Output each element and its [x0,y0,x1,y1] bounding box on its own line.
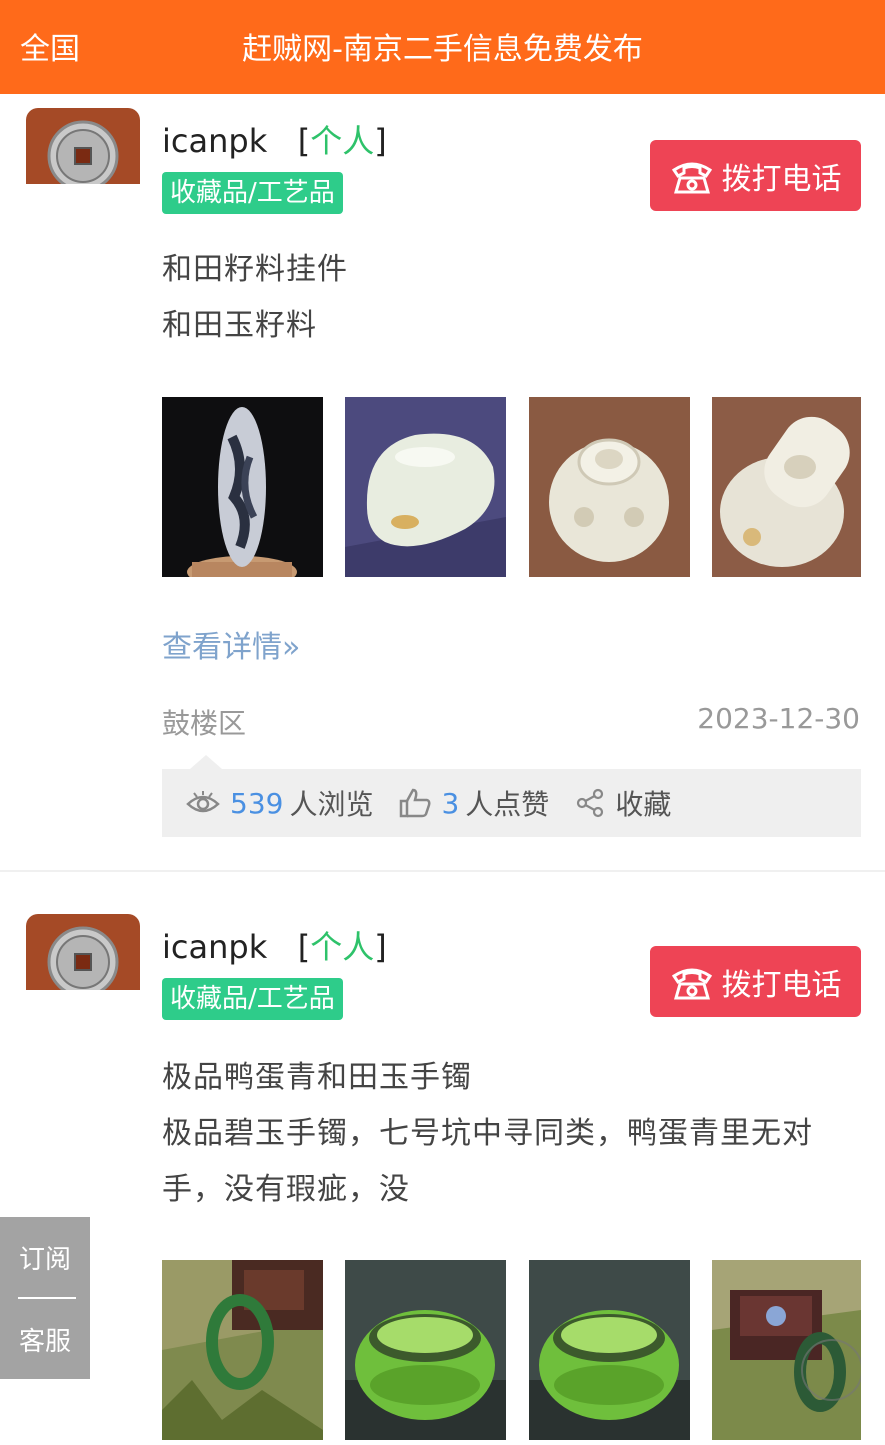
page-title: 赶贼网-南京二手信息免费发布 [242,32,643,67]
call-label: 拨打电话 [721,967,842,1003]
category-badge[interactable]: 收藏品/工艺品 [162,172,343,214]
listing-photo[interactable] [345,1260,506,1440]
customer-service-button[interactable]: 客服 [0,1321,90,1358]
likes-count: 3 [441,786,460,820]
listing-photo[interactable] [529,1260,690,1440]
phone-icon [671,968,712,999]
views-stat: 539 人浏览 [186,783,373,823]
stats-bar: 539 人浏览 3 人点赞 收藏 [162,755,861,837]
floating-side-panel: 订阅 客服 [0,1217,90,1379]
call-button[interactable]: 拨打电话 [650,140,861,211]
listing-title[interactable]: 极品鸭蛋青和田玉手镯 [162,1050,862,1106]
listing-photo[interactable] [712,397,861,577]
user-type: 个人 [310,122,375,160]
listing-title[interactable]: 和田籽料挂件 [162,242,862,298]
avatar[interactable] [26,914,140,990]
share-icon [577,788,604,818]
listing-photo[interactable] [162,397,323,577]
username[interactable]: icanpk [个人] [162,922,387,968]
image-gallery [162,1260,861,1440]
district-label: 鼓楼区 [162,707,247,740]
thumbs-up-icon [400,788,431,818]
call-label: 拨打电话 [721,161,842,197]
call-button[interactable]: 拨打电话 [650,946,861,1017]
like-button[interactable]: 3 人点赞 [399,783,549,823]
divider [18,1297,76,1299]
category-badge[interactable]: 收藏品/工艺品 [162,978,343,1020]
favorite-button[interactable]: 收藏 [575,783,671,823]
username-text: icanpk [162,928,268,966]
listing-card[interactable]: icanpk [个人] 收藏品/工艺品 拨打电话 和田籽料挂件 和田玉籽料 查看… [0,94,885,872]
top-bar: 全国 赶贼网-南京二手信息免费发布 [0,0,885,94]
listing-description: 和田玉籽料 [162,308,317,343]
username-text: icanpk [162,122,268,160]
views-count: 539 [230,786,284,820]
image-gallery [162,397,861,577]
view-details-link[interactable]: 查看详情» [162,622,300,666]
post-date: 2023-12-30 [697,702,860,735]
listing-photo[interactable] [712,1260,861,1440]
avatar[interactable] [26,108,140,184]
likes-label: 人点赞 [465,788,550,821]
listing-photo[interactable] [345,397,506,577]
phone-icon [671,162,712,193]
username[interactable]: icanpk [个人] [162,116,387,162]
favorite-label: 收藏 [615,788,672,821]
listing-photo[interactable] [529,397,690,577]
subscribe-button[interactable]: 订阅 [0,1239,90,1276]
user-type: 个人 [310,928,375,966]
listing-description: 极品碧玉手镯，七号坑中寻同类，鸭蛋青里无对手，没有瑕疵，没 [162,1116,813,1207]
eye-icon [186,791,220,813]
listing-photo[interactable] [162,1260,323,1440]
views-label: 人浏览 [289,788,374,821]
listing-card[interactable]: icanpk [个人] 收藏品/工艺品 拨打电话 极品鸭蛋青和田玉手镯 极品碧玉… [0,874,885,1445]
